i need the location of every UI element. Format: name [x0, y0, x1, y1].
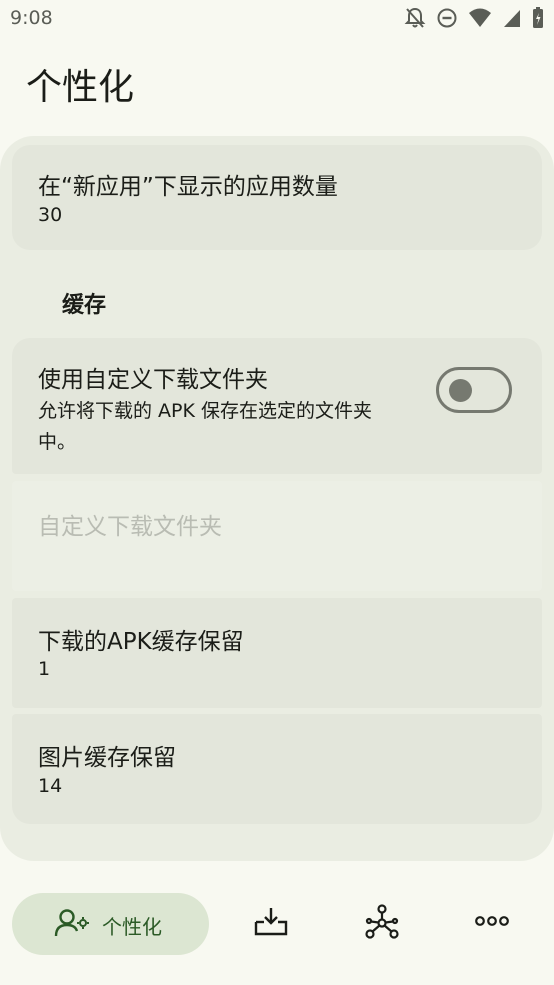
custom-download-folder-toggle[interactable]	[436, 367, 512, 413]
cellular-signal-icon	[504, 10, 520, 27]
image-cache-setting[interactable]: 图片缓存保留 14	[12, 714, 542, 824]
battery-icon	[533, 7, 543, 28]
wifi-icon	[469, 8, 491, 27]
download-folder-setting: 自定义下载文件夹	[12, 481, 542, 591]
custom-download-folder-setting[interactable]: 使用自定义下载文件夹 允许将下载的 APK 保存在选定的文件夹中。	[12, 338, 542, 474]
apk-cache-setting[interactable]: 下载的APK缓存保留 1	[12, 598, 542, 708]
image-cache-title: 图片缓存保留	[38, 745, 176, 771]
new-apps-count-setting[interactable]: 在“新应用”下显示的应用数量 30	[12, 145, 542, 250]
apk-cache-title: 下载的APK缓存保留	[38, 629, 244, 655]
nav-item-personalization-label: 个性化	[102, 915, 162, 939]
downloads-icon[interactable]	[254, 906, 288, 938]
image-cache-value: 14	[38, 775, 63, 797]
more-icon[interactable]	[475, 914, 509, 928]
status-time: 9:08	[10, 7, 53, 29]
new-apps-count-title: 在“新应用”下显示的应用数量	[38, 174, 338, 200]
status-bar: 9:08	[0, 0, 554, 38]
do-not-disturb-icon	[437, 8, 457, 28]
page-title: 个性化	[26, 67, 135, 108]
bottom-navigation: 个性化	[0, 878, 554, 968]
cache-section-header: 缓存	[62, 293, 107, 318]
nav-item-personalization[interactable]: 个性化	[12, 893, 209, 955]
toggle-knob	[449, 379, 472, 402]
notifications-off-icon	[404, 7, 426, 28]
personalization-icon	[54, 909, 89, 937]
repositories-icon[interactable]	[365, 904, 399, 940]
status-icons	[404, 6, 544, 30]
download-folder-title: 自定义下载文件夹	[38, 514, 222, 540]
custom-download-folder-title: 使用自定义下载文件夹	[38, 367, 268, 393]
custom-download-folder-description: 允许将下载的 APK 保存在选定的文件夹中。	[38, 400, 372, 453]
new-apps-count-value: 30	[38, 204, 63, 226]
apk-cache-value: 1	[38, 658, 51, 680]
